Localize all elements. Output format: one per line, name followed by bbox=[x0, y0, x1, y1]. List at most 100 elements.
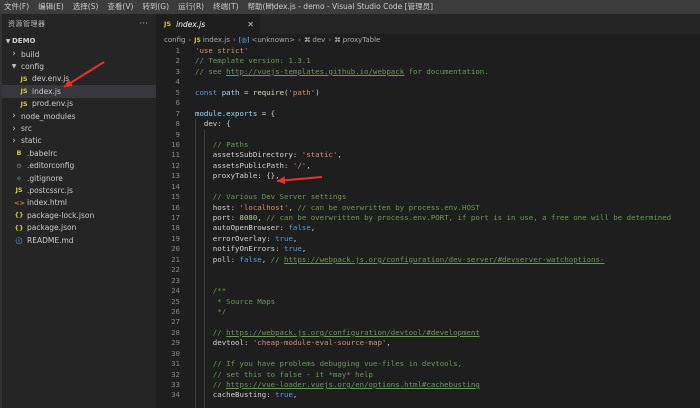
close-icon[interactable]: ✕ bbox=[247, 20, 254, 29]
line-number: 4 bbox=[175, 77, 180, 87]
code-token: , bbox=[310, 223, 316, 233]
tree-item-label: package-lock.json bbox=[27, 210, 95, 220]
tree-item-prod-env-js[interactable]: JS prod.env.js bbox=[2, 98, 156, 110]
tree-item-index-html[interactable]: <> index.html bbox=[2, 197, 156, 209]
js-file-icon: JS bbox=[164, 20, 172, 28]
code-token: , bbox=[261, 254, 271, 264]
code-line: // Template version: 1.3.1 bbox=[195, 56, 700, 66]
title-bar: 文件(F) 编辑(E) 选择(S) 查看(V) 转到(G) 运行(R) 终端(T) 帮助(H)… bbox=[0, 0, 700, 14]
code-line: poll: false, // https://webpack.js.org/c… bbox=[195, 255, 700, 265]
tree-item-label: prod.env.js bbox=[32, 99, 74, 109]
variable-icon: [◎] bbox=[238, 36, 252, 44]
code-token: '/' bbox=[292, 160, 307, 170]
code-token: = bbox=[239, 87, 253, 97]
js-file-icon: JS bbox=[20, 99, 28, 108]
code-token: 'localhost' bbox=[239, 202, 289, 212]
code-token: for documentation. bbox=[404, 66, 489, 76]
line-number: 18 bbox=[171, 223, 180, 233]
code-link[interactable]: https://webpack.js.org/configuration/dev… bbox=[284, 255, 604, 264]
line-number: 7 bbox=[175, 108, 180, 118]
workspace-name: DEMO bbox=[12, 37, 36, 45]
code-line: /** bbox=[195, 286, 700, 296]
tree-item-editorconfig[interactable]: ⚙ .editorconfig bbox=[2, 160, 156, 172]
line-number: 5 bbox=[175, 87, 180, 97]
code-area[interactable]: 'use strict'// Template version: 1.3.1//… bbox=[195, 46, 700, 408]
tree-item-dev-env-js[interactable]: JS dev.env.js bbox=[2, 73, 156, 85]
code-token: poll: bbox=[195, 254, 240, 264]
line-number: 22 bbox=[171, 265, 180, 275]
breadcrumb-separator: › bbox=[232, 36, 236, 44]
code-token: notifyOnErrors: bbox=[195, 244, 284, 254]
tree-item-readme-md[interactable]: ⓘ README.md bbox=[2, 234, 156, 246]
tree-item-gitignore[interactable]: ◆ .gitignore bbox=[2, 172, 156, 184]
code-line: */ bbox=[195, 307, 700, 317]
tree-item-node-modules[interactable]: › node_modules bbox=[2, 110, 156, 122]
tree-item-babelrc[interactable]: B .babelrc bbox=[2, 147, 156, 159]
code-link[interactable]: http://vuejs-templates.github.io/webpack bbox=[226, 67, 404, 76]
html-file-icon: <> bbox=[14, 198, 25, 207]
tab-index-js[interactable]: JS index.js ✕ bbox=[156, 14, 260, 34]
breadcrumb-item[interactable]: index.js bbox=[203, 36, 230, 44]
chevron-right-icon: › bbox=[12, 135, 16, 146]
line-number: 26 bbox=[171, 306, 180, 316]
tree-item-label: .gitignore bbox=[27, 173, 63, 183]
code-token: , bbox=[337, 150, 342, 160]
workspace-section[interactable]: ▼ DEMO bbox=[2, 34, 156, 48]
code-line: module.exports = { bbox=[195, 109, 700, 119]
code-token: * Source Maps bbox=[195, 296, 276, 306]
line-number: 13 bbox=[171, 171, 180, 181]
code-token: false bbox=[239, 254, 262, 264]
breadcrumb-item[interactable]: dev bbox=[312, 36, 325, 44]
code-link[interactable]: https://webpack.js.org/configuration/dev… bbox=[226, 328, 480, 337]
line-number: 31 bbox=[171, 359, 180, 369]
code-token: 'path' bbox=[288, 87, 316, 97]
more-actions-icon[interactable]: ··· bbox=[139, 19, 148, 29]
line-number: 2 bbox=[175, 56, 180, 66]
line-number: 24 bbox=[171, 286, 180, 296]
code-token: port: bbox=[195, 213, 240, 222]
chevron-right-icon: › bbox=[12, 49, 16, 60]
line-number: 28 bbox=[171, 327, 180, 337]
tree-item-static[interactable]: › static bbox=[2, 135, 156, 147]
code-token: , bbox=[306, 160, 311, 170]
line-number: 1 bbox=[175, 46, 180, 55]
code-token: assetsPublicPath: bbox=[195, 160, 293, 170]
line-number: 10 bbox=[171, 139, 180, 149]
tree-item-build[interactable]: › build bbox=[2, 48, 156, 60]
tree-item-package-json[interactable]: {} package.json bbox=[2, 221, 156, 233]
breadcrumb-item[interactable]: config bbox=[164, 36, 185, 44]
code-token: */ bbox=[195, 306, 227, 316]
code-token: , bbox=[386, 338, 391, 348]
code-token: ) bbox=[315, 87, 320, 97]
code-token: = { bbox=[257, 108, 276, 118]
code-token: // Various Dev Server settings bbox=[195, 192, 347, 202]
tree-item-package-lock-json[interactable]: {} package-lock.json bbox=[2, 209, 156, 221]
tree-item-label: package.json bbox=[27, 223, 77, 233]
tree-item-postcssrc-js[interactable]: JS .postcssrc.js bbox=[2, 184, 156, 196]
code-token: path bbox=[221, 87, 240, 97]
code-token: module bbox=[195, 108, 222, 118]
tree-item-label: .postcssrc.js bbox=[27, 185, 73, 195]
code-link[interactable]: https://vue-loader.vuejs.org/en/options.… bbox=[226, 380, 480, 389]
line-number: 32 bbox=[171, 369, 180, 379]
tree-item-index-js[interactable]: JS index.js bbox=[2, 85, 156, 98]
code-token: host: bbox=[195, 202, 240, 212]
tree-item-src[interactable]: › src bbox=[2, 122, 156, 134]
code-editor[interactable]: 1 2 3 4 5 6 7 8 9 10 11 12 13 14 15 16 17 18 19 20 21 22 23 24 2… bbox=[156, 46, 700, 408]
tree-item-config[interactable]: ▼ config bbox=[2, 60, 156, 72]
code-token: // set this to false - it *may* help bbox=[195, 369, 373, 379]
property-icon: ⌘ bbox=[334, 36, 343, 44]
code-line: // see http://vuejs-templates.github.io/… bbox=[195, 67, 700, 77]
code-token: // bbox=[195, 327, 227, 337]
json-file-icon: {} bbox=[14, 223, 24, 232]
code-line: assetsPublicPath: '/', bbox=[195, 161, 700, 171]
line-number: 17 bbox=[171, 213, 180, 222]
code-token: // see bbox=[195, 66, 227, 76]
code-token: , bbox=[292, 233, 298, 243]
breadcrumb-item[interactable]: <unknown> bbox=[251, 36, 295, 44]
breadcrumb-item[interactable]: proxyTable bbox=[343, 36, 381, 44]
js-file-icon: JS bbox=[15, 186, 23, 195]
